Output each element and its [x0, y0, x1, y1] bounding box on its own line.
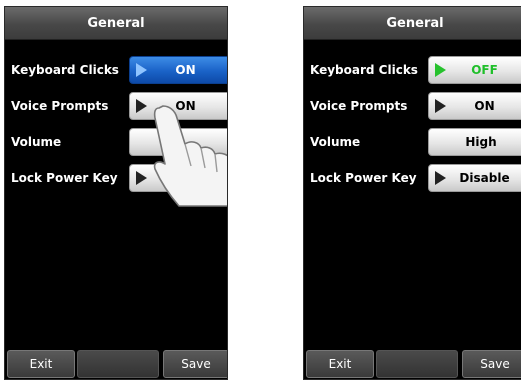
- exit-label: Exit: [328, 357, 352, 371]
- setting-row-lock-power-key: Lock Power Key Disable: [304, 161, 521, 195]
- toggle-value: ON: [474, 99, 495, 113]
- screen-title: General: [304, 7, 521, 40]
- save-button[interactable]: Save: [163, 350, 227, 378]
- setting-label: Keyboard Clicks: [310, 63, 418, 77]
- play-arrow-icon: [136, 63, 147, 77]
- save-label: Save: [480, 357, 510, 371]
- setting-label: Lock Power Key: [11, 171, 118, 185]
- keyboard-clicks-toggle[interactable]: ON: [129, 56, 227, 84]
- device-screen-left: General Keyboard Clicks ON Voice Prompts…: [4, 6, 228, 380]
- play-arrow-icon: [435, 63, 446, 77]
- setting-label: Volume: [11, 135, 62, 149]
- setting-row-keyboard-clicks: Keyboard Clicks OFF: [304, 53, 521, 87]
- play-arrow-icon: [435, 171, 446, 185]
- toggle-value: Disable: [459, 171, 510, 185]
- exit-button[interactable]: Exit: [7, 350, 75, 378]
- bottom-bar-spacer: [376, 350, 458, 378]
- setting-row-voice-prompts: Voice Prompts ON: [304, 89, 521, 123]
- exit-label: Exit: [29, 357, 53, 371]
- setting-row-volume: Volume High: [304, 125, 521, 159]
- setting-label: Lock Power Key: [310, 171, 417, 185]
- volume-select[interactable]: High: [428, 128, 521, 156]
- setting-row-keyboard-clicks: Keyboard Clicks ON: [5, 53, 227, 87]
- voice-prompts-toggle[interactable]: ON: [428, 92, 521, 120]
- bottom-bar-spacer: [77, 350, 159, 378]
- screen-title: General: [5, 7, 227, 40]
- device-screen-right: General Keyboard Clicks OFF Voice Prompt…: [303, 6, 521, 380]
- save-button[interactable]: Save: [462, 350, 521, 378]
- keyboard-clicks-toggle[interactable]: OFF: [428, 56, 521, 84]
- play-arrow-icon: [435, 99, 446, 113]
- save-label: Save: [181, 357, 211, 371]
- lock-power-key-toggle[interactable]: Disable: [428, 164, 521, 192]
- exit-button[interactable]: Exit: [306, 350, 374, 378]
- pointing-hand-icon: [153, 105, 227, 207]
- select-value: High: [465, 135, 497, 149]
- bottom-bar: Exit Save: [5, 347, 227, 379]
- setting-label: Voice Prompts: [11, 99, 109, 113]
- setting-label: Voice Prompts: [310, 99, 408, 113]
- bottom-bar: Exit Save: [304, 347, 521, 379]
- toggle-value: ON: [175, 63, 196, 77]
- setting-label: Keyboard Clicks: [11, 63, 119, 77]
- setting-label: Volume: [310, 135, 361, 149]
- toggle-value: OFF: [471, 63, 498, 77]
